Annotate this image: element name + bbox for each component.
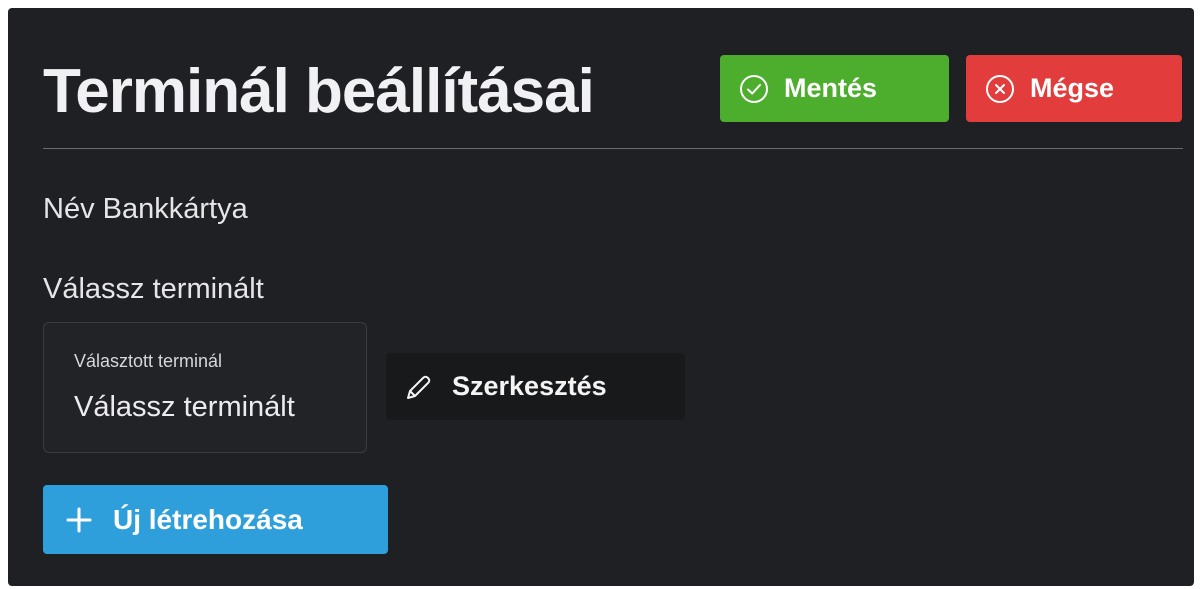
name-row: Név Bankkártya — [43, 193, 248, 226]
dialog-header: Terminál beállításai Mentés Mégse — [43, 48, 1183, 149]
pencil-icon — [402, 371, 434, 403]
terminal-select-caption: Választott terminál — [74, 351, 223, 371]
plus-icon — [63, 504, 95, 536]
check-circle-icon — [738, 73, 770, 105]
save-button-label: Mentés — [784, 73, 878, 103]
terminal-settings-dialog: Terminál beállításai Mentés Mégse Név Ba… — [8, 8, 1194, 586]
x-circle-icon — [984, 73, 1016, 105]
choose-terminal-label: Válassz terminált — [43, 273, 264, 305]
cancel-button-label: Mégse — [1030, 73, 1115, 103]
edit-button[interactable]: Szerkesztés — [386, 353, 685, 420]
cancel-button[interactable]: Mégse — [966, 55, 1182, 122]
create-new-button[interactable]: Új létrehozása — [43, 485, 388, 554]
name-value: Bankkártya — [102, 193, 248, 225]
create-new-button-label: Új létrehozása — [113, 503, 303, 535]
edit-button-label: Szerkesztés — [452, 371, 607, 401]
terminal-select-value: Válassz terminált — [74, 391, 295, 423]
terminal-select[interactable]: Választott terminál Válassz terminált — [43, 322, 367, 453]
save-button[interactable]: Mentés — [720, 55, 949, 122]
dialog-title: Terminál beállításai — [43, 57, 595, 126]
name-label: Név — [43, 193, 95, 225]
